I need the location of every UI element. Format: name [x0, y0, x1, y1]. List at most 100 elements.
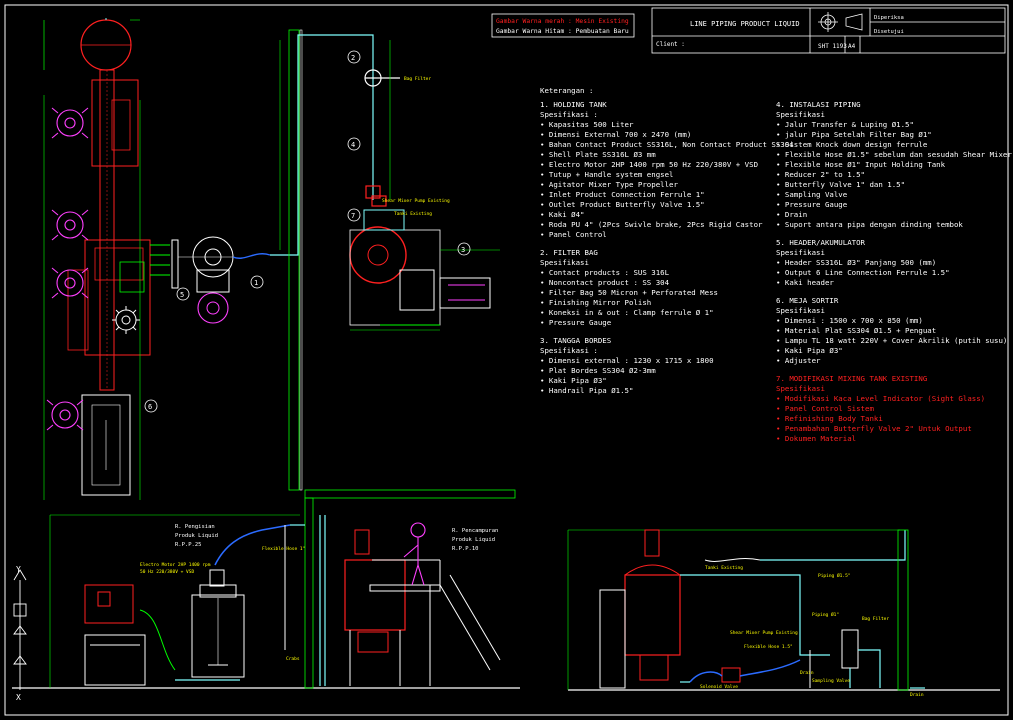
- notes-heading: Keterangan :: [540, 86, 594, 95]
- callout-2: 2: [351, 54, 355, 62]
- dimensions-top: [279, 40, 500, 331]
- spec-item: • Electro Motor 2HP 1400 rpm 50 Hz 220/3…: [540, 160, 759, 169]
- axis-x-label: X: [16, 693, 21, 702]
- label-flexible-hose-1: Flexible Hose 1": [262, 546, 305, 552]
- callout-6: 6: [148, 403, 152, 411]
- label-tank-existing-2: Tanki Existing: [705, 565, 743, 571]
- callout-5: 5: [180, 291, 184, 299]
- spec-item: • Kaki Pipa Ø3": [776, 346, 843, 355]
- spec-section-title: 1. HOLDING TANK: [540, 100, 607, 109]
- spec-item: • Koneksi in & out : Clamp ferrule Ø 1": [540, 308, 714, 317]
- spec-item: • Handrail Pipa Ø1.5": [540, 386, 634, 395]
- label-tank-existing: Tanki Existing: [394, 211, 432, 217]
- label-electro-motor-1: Electro Motor 2HP 1400 rpm: [140, 562, 211, 568]
- spec-item: • Dimensi : 1500 x 700 x 850 (mm): [776, 316, 923, 325]
- spec-section-subtitle: Spesifikasi :: [540, 346, 598, 355]
- spec-item: • Panel Control: [540, 230, 607, 239]
- diperiksa-label: Diperiksa: [874, 15, 904, 21]
- elevation-left: [12, 489, 520, 689]
- spec-item: • Bahan Contact Product SS316L, Non Cont…: [540, 140, 794, 149]
- plan-view-left: [43, 18, 170, 500]
- spec-item: • Outlet Product Butterfly Valve 1.5": [540, 200, 705, 209]
- disetujui-label: Disetujui: [874, 29, 904, 35]
- label-sampling-valve: Sampling Valve: [812, 678, 850, 684]
- spec-item: • Finishing Mirror Polish: [540, 298, 652, 307]
- spec-section: 3. TANGGA BORDES Spesifikasi : • Dimensi e…: [540, 336, 775, 396]
- spec-item: • Header SS316L Ø3" Panjang 500 (mm): [776, 258, 937, 267]
- paper-size: A4: [848, 43, 856, 50]
- callout-3: 3: [461, 246, 465, 254]
- label-bag-filter-2: Bag Filter: [862, 616, 889, 622]
- spec-section-title: 6. MEJA SORTIR: [776, 296, 839, 305]
- spec-item: • Kapasitas 500 Liter: [540, 120, 634, 129]
- label-bag-filter: Bag Filter: [404, 76, 431, 82]
- elevation-right: [567, 529, 1000, 691]
- wall-vertical: [288, 29, 303, 491]
- callouts: [144, 50, 471, 413]
- axis-y-label: Y: [16, 565, 21, 574]
- spec-item: • Dimensi External 700 x 2470 (mm): [540, 130, 692, 139]
- spec-item: • Kaki Ø4": [540, 210, 585, 219]
- spec-section: 5. HEADER/AKUMULATOR Spesifikasi • Header …: [776, 238, 1006, 288]
- sheet-number: SHT 1193: [818, 43, 847, 50]
- spec-item: • Plat Bordes SS304 Ø2-3mm: [540, 366, 656, 375]
- label-solenoid-valve: Solenoid Valve: [700, 684, 738, 690]
- label-shear-mixer: Shear Mixer Pump Existing: [382, 198, 450, 204]
- spec-item: • Shell Plate SS316L Ø3 mm: [540, 150, 656, 159]
- spec-item: • Inlet Product Connection Ferrule 1": [540, 190, 705, 199]
- mixing-tank-plan: [349, 209, 491, 326]
- legend-red: Gambar Warna merah : Mesin Existing: [496, 18, 629, 25]
- spec-item: • Tutup + Handle system engsel: [540, 170, 674, 179]
- spec-item: • Noncontact product : SS 304: [540, 278, 670, 287]
- notes-left-column: 1. HOLDING TANK Spesifikasi : • Kapasitas …: [540, 100, 794, 396]
- spec-section-subtitle: Spesifikasi: [776, 110, 825, 119]
- ucs-icon: [13, 569, 27, 690]
- callout-7: 7: [351, 212, 355, 220]
- label-room-fill-1: R. Pengisian: [175, 524, 215, 530]
- spec-item: • Jalur Transfer & Luping Ø1.5": [776, 120, 914, 129]
- spec-item: • Penambahan Butterfly Valve 2" Untuk Ou…: [776, 424, 972, 433]
- label-drain-2: Drain: [910, 692, 924, 698]
- spec-item: • Adjuster: [776, 356, 821, 365]
- spec-item: • jalur Pipa Setelah Filter Bag Ø1": [776, 130, 932, 139]
- spec-item: • Drain: [776, 210, 808, 219]
- spec-item: • Pressure Gauge: [776, 200, 848, 209]
- spec-section: 2. FILTER BAG Spesifikasi • Contact produc…: [540, 248, 775, 328]
- spec-item: • Sampling Valve: [776, 190, 848, 199]
- spec-item: • Dokumen Material: [776, 434, 857, 443]
- spec-item: • Flexible Hose Ø1" Input Holding Tank: [776, 160, 946, 169]
- spec-section-title: 4. INSTALASI PIPING: [776, 100, 861, 109]
- label-drain: Drain: [800, 670, 814, 676]
- spec-item: • Pressure Gauge: [540, 318, 612, 327]
- spec-item: • Dimensi external : 1230 x 1715 x 1800: [540, 356, 714, 365]
- spec-item: • Filter Bag 50 Micron + Perforated Mess: [540, 288, 718, 297]
- label-shear-mixer-2: Shear Mixer Pump Existing: [730, 630, 798, 636]
- label-room-mix-2: Produk Liquid: [452, 537, 495, 543]
- spec-section-subtitle: Spesifikasi :: [540, 110, 598, 119]
- spec-item: • Contact products : SUS 316L: [540, 268, 670, 277]
- holding-tank-plan: [171, 236, 290, 324]
- callout-1: 1: [254, 279, 258, 287]
- callout-4: 4: [351, 141, 355, 149]
- spec-section-subtitle: Spesifikasi: [540, 258, 589, 267]
- spec-item: • Butterfly Valve 1" dan 1.5": [776, 180, 906, 189]
- spec-section-title: 2. FILTER BAG: [540, 248, 598, 257]
- spec-item: • Reducer 2" to 1.5": [776, 170, 865, 179]
- spec-item: • Kaki Pipa Ø3": [540, 376, 607, 385]
- label-piping-1: Piping Ø1": [812, 611, 839, 618]
- spec-item: • Modifikasi Kaca Level Indicator (Sight…: [776, 394, 986, 403]
- legend-white: Gambar Warna Hitam : Pembuatan Baru: [496, 28, 629, 35]
- spec-item: • Kaki header: [776, 278, 834, 287]
- label-piping-15: Piping Ø1.5": [818, 572, 851, 579]
- label-room-mix-3: R.P.P.10: [452, 546, 479, 552]
- drawing-title: LINE PIPING PRODUCT LIQUID: [690, 20, 800, 28]
- spec-section: 7. MODIFIKASI MIXING TANK EXISTING Spesif…: [776, 374, 1006, 444]
- spec-item: • Lampu TL 18 watt 220V + Cover Akrilik …: [776, 336, 1008, 345]
- spec-section-subtitle: Spesifikasi: [776, 384, 825, 393]
- client-label: Client :: [656, 41, 685, 48]
- spec-item: • Panel Control Sistem: [776, 404, 874, 413]
- spec-section-subtitle: Spesifikasi: [776, 248, 825, 257]
- label-flexible-hose-15: Flexible Hose 1.5": [744, 644, 793, 650]
- spec-item: • Refinishing Body Tanki: [776, 414, 883, 423]
- piping-route: [290, 34, 400, 256]
